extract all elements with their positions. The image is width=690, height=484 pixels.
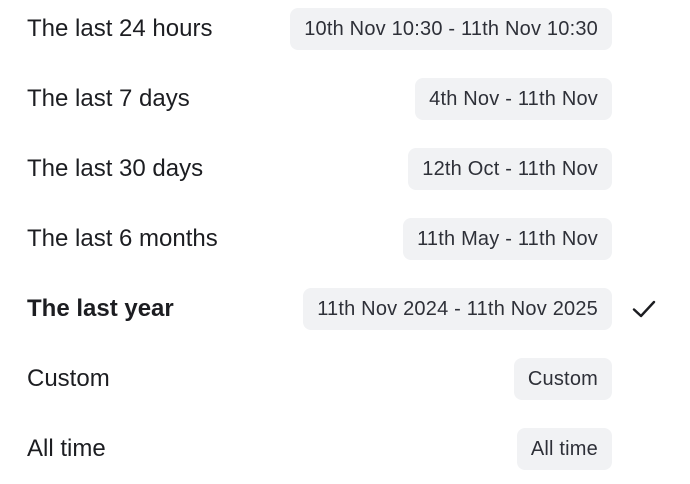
option-label: All time [27, 435, 106, 462]
date-range-chip: 11th May - 11th Nov [403, 218, 612, 260]
option-last-24-hours[interactable]: The last 24 hours 10th Nov 10:30 - 11th … [0, 0, 690, 64]
option-last-7-days[interactable]: The last 7 days 4th Nov - 11th Nov [0, 64, 690, 134]
option-custom[interactable]: Custom Custom [0, 344, 690, 414]
option-last-6-months[interactable]: The last 6 months 11th May - 11th Nov [0, 204, 690, 274]
option-label: Custom [27, 365, 110, 392]
check-icon [632, 300, 656, 318]
option-last-30-days[interactable]: The last 30 days 12th Oct - 11th Nov [0, 134, 690, 204]
option-label: The last 24 hours [27, 15, 213, 42]
option-label: The last year [27, 295, 174, 322]
option-last-year[interactable]: The last year 11th Nov 2024 - 11th Nov 2… [0, 274, 690, 344]
date-range-chip: Custom [513, 358, 612, 400]
date-range-chip: 4th Nov - 11th Nov [415, 78, 612, 120]
option-label: The last 6 months [27, 225, 218, 252]
option-all-time[interactable]: All time All time [0, 414, 690, 484]
date-range-chip: 12th Oct - 11th Nov [408, 148, 612, 190]
date-range-chip: All time [516, 428, 612, 470]
date-range-chip: 11th Nov 2024 - 11th Nov 2025 [303, 288, 612, 330]
date-range-menu: The last 24 hours 10th Nov 10:30 - 11th … [0, 0, 690, 478]
date-range-chip: 10th Nov 10:30 - 11th Nov 10:30 [290, 8, 612, 50]
option-label: The last 30 days [27, 155, 204, 182]
option-label: The last 7 days [27, 85, 190, 112]
